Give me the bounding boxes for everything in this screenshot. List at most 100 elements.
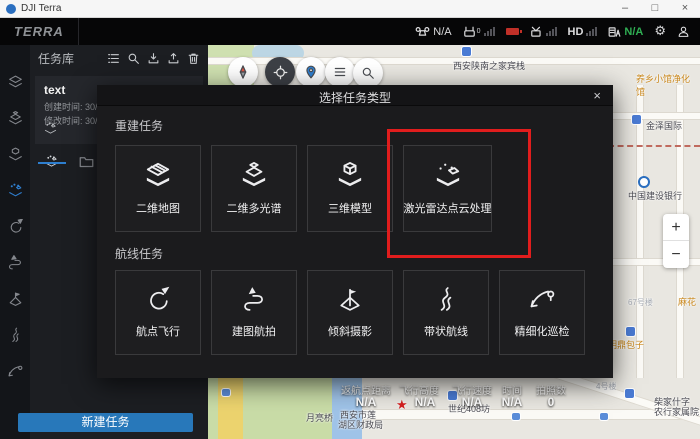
lidar-pointcloud-icon[interactable]	[7, 183, 24, 198]
map-label-building67: 67号楼	[628, 297, 653, 308]
bus-stop-icon	[600, 413, 608, 420]
app-toolbar: TERRA N/A 0 HD N/A ⚙	[0, 18, 700, 45]
telemetry-photos-value: 0	[526, 395, 576, 409]
card-waypoint-flight[interactable]: 航点飞行	[115, 270, 201, 355]
list-view-icon[interactable]	[107, 52, 120, 65]
link-signal-bars-icon	[546, 27, 557, 36]
window-titlebar: DJI Terra – □ ×	[0, 0, 700, 18]
minimize-button[interactable]: –	[610, 0, 640, 17]
dialog-close-icon[interactable]: ×	[593, 88, 601, 103]
lidar-highlight-box	[387, 129, 531, 258]
waypoint-flight-icon[interactable]	[7, 219, 24, 234]
lidar-task-type-icon	[43, 122, 58, 135]
rc-signal-bars-icon	[484, 27, 495, 36]
map-2d-icon	[143, 162, 173, 188]
mapping-route-icon	[240, 286, 268, 311]
map-label-bank: 中国建设银行	[628, 189, 682, 202]
building-poi-icon	[632, 115, 641, 124]
bank-logo-icon	[638, 176, 650, 188]
hotel-poi-icon	[462, 47, 471, 56]
model-3d-icon	[335, 162, 365, 188]
rc-status: 0	[463, 26, 495, 38]
drone-icon	[415, 26, 430, 38]
export-icon[interactable]	[167, 52, 180, 65]
map-road	[362, 409, 700, 420]
rtk-icon	[608, 26, 621, 38]
oblique-photo-icon	[336, 286, 364, 311]
corridor-route-icon	[432, 286, 460, 311]
multispectral-icon	[239, 162, 269, 188]
new-task-button[interactable]: 新建任务	[18, 413, 193, 432]
compass-button[interactable]	[228, 57, 258, 87]
tasks-tab-icon[interactable]	[44, 155, 59, 168]
aircraft-status: N/A	[415, 26, 451, 38]
pin-button[interactable]	[296, 57, 326, 87]
map-label-moonbridge: 月亮桥	[306, 411, 333, 424]
app-icon	[6, 4, 16, 14]
inspection-icon	[528, 286, 556, 311]
hd-signal-bars-icon	[586, 27, 597, 36]
bus-stop-icon	[512, 413, 520, 420]
building-poi-icon	[626, 327, 635, 336]
building-poi-icon	[625, 389, 634, 398]
transmission-status	[530, 26, 557, 38]
map-2d-icon[interactable]	[7, 75, 24, 90]
task-library-title: 任务库	[38, 50, 74, 67]
task-type-rail	[0, 45, 30, 439]
section-reconstruction-label: 重建任务	[115, 117, 163, 134]
rc-count-badge: 0	[477, 28, 481, 35]
card-2d-multispectral[interactable]: 二维多光谱	[211, 145, 297, 232]
map-road	[636, 85, 644, 378]
maximize-button[interactable]: □	[640, 0, 670, 17]
multispectral-icon[interactable]	[7, 111, 24, 126]
map-label-mingding: 明鼎包子	[608, 338, 644, 351]
search-icon[interactable]	[127, 52, 140, 65]
active-tab-indicator	[38, 162, 66, 164]
model-3d-icon[interactable]	[7, 147, 24, 162]
battery-icon	[506, 28, 519, 35]
card-corridor-route[interactable]: 带状航线	[403, 270, 489, 355]
close-window-button[interactable]: ×	[670, 0, 700, 17]
map-search-button[interactable]	[353, 58, 383, 88]
zoom-in-button[interactable]: +	[663, 214, 689, 241]
select-task-type-dialog: 选择任务类型 × 重建任务 二维地图 二维多光谱 三维模型 激光雷达点云处理 航…	[97, 85, 613, 378]
import-icon[interactable]	[147, 52, 160, 65]
zoom-out-button[interactable]: −	[663, 241, 689, 268]
card-mapping-aerial[interactable]: 建图航拍	[211, 270, 297, 355]
map-label-restaurant: 养乡小馆净化馆	[636, 72, 694, 98]
rtk-status: N/A	[608, 26, 643, 38]
user-account-icon[interactable]	[677, 25, 690, 38]
folder-tab-icon[interactable]	[79, 155, 94, 168]
map-dashed-boundary	[608, 145, 700, 147]
mapping-route-icon[interactable]	[7, 255, 24, 270]
video-link-icon	[530, 26, 543, 38]
settings-gear-icon[interactable]: ⚙	[654, 24, 666, 39]
card-3d-model[interactable]: 三维模型	[307, 145, 393, 232]
trash-icon[interactable]	[187, 52, 200, 65]
window-title: DJI Terra	[21, 3, 61, 14]
map-label-nonghang: 农行家属院	[654, 405, 699, 418]
telemetry-home-distance-value: N/A	[330, 395, 402, 409]
remote-controller-icon	[463, 26, 476, 38]
bus-stop-icon	[222, 389, 230, 396]
inspection-icon[interactable]	[7, 363, 24, 378]
map-label-building4: 4号楼	[596, 381, 616, 392]
zoom-control: + −	[663, 214, 689, 268]
battery-status	[506, 28, 519, 35]
map-label-finance-2: 湖区财政局	[338, 418, 383, 431]
corridor-route-icon[interactable]	[7, 327, 24, 342]
card-oblique-photo[interactable]: 倾斜摄影	[307, 270, 393, 355]
dialog-title: 选择任务类型	[97, 89, 613, 106]
card-fine-inspection[interactable]: 精细化巡检	[499, 270, 585, 355]
map-label-hotel: 西安陕南之家宾栈	[453, 59, 525, 72]
locate-button[interactable]	[265, 57, 295, 87]
map-yellow-road	[218, 375, 243, 439]
terra-logo: TERRA	[0, 18, 79, 45]
map-label-mahua: 麻花	[678, 295, 696, 308]
map-label-jinze: 金泽国际	[646, 119, 682, 132]
oblique-photo-icon[interactable]	[7, 291, 24, 306]
card-2d-map[interactable]: 二维地图	[115, 145, 201, 232]
layer-list-button[interactable]	[325, 57, 355, 87]
section-route-label: 航线任务	[115, 245, 163, 262]
waypoint-flight-icon	[144, 286, 172, 311]
